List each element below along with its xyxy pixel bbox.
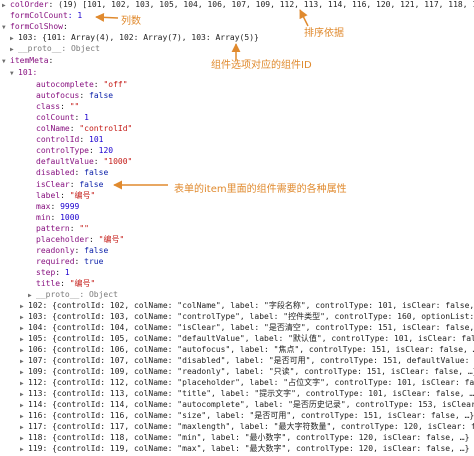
annotation-sort: 排序依据 [304, 28, 344, 39]
annotation-component-ids: 组件选项对应的组件ID [211, 60, 312, 71]
arrow-to-formColCount [95, 12, 119, 22]
annotation-item-props: 表单的item里面的组件需要的各种属性 [174, 184, 347, 195]
annotation-cols: 列数 [121, 16, 141, 27]
